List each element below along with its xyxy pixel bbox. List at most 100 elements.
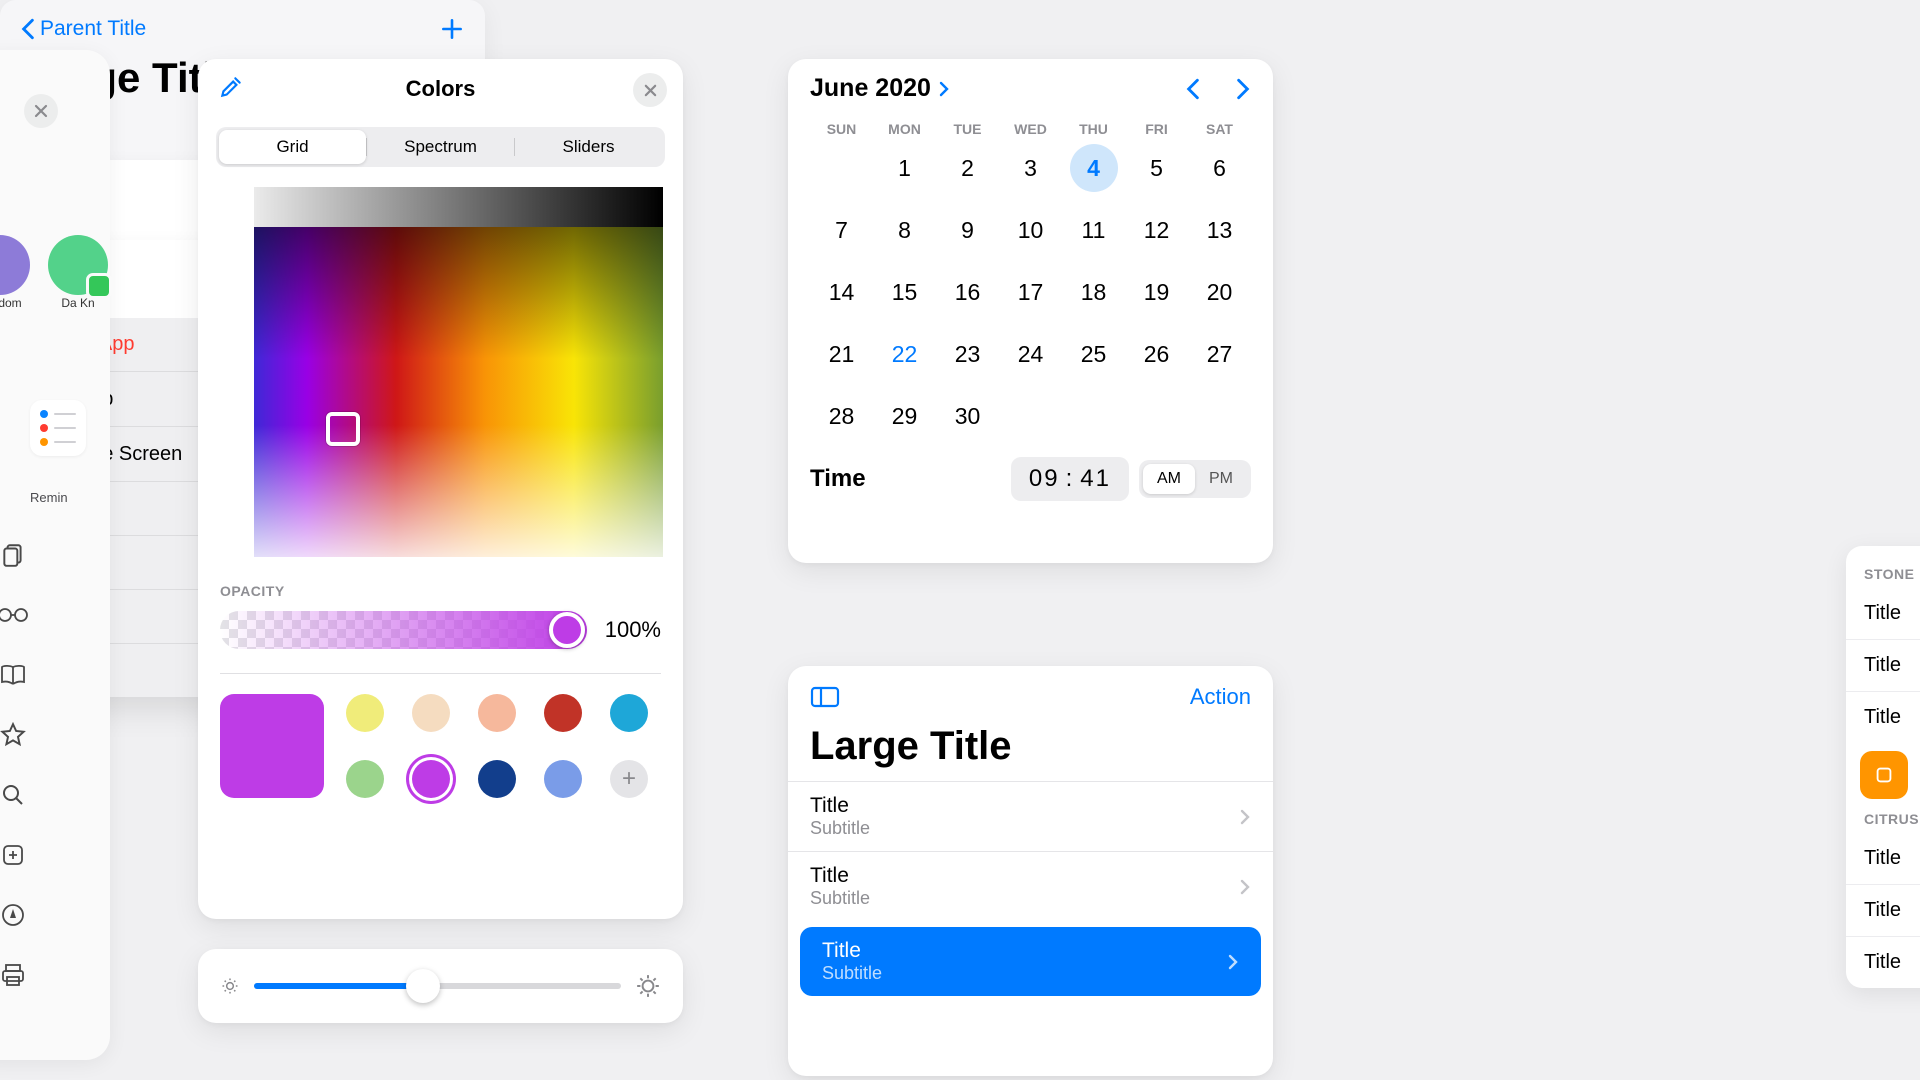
color-swatch[interactable]	[346, 694, 384, 732]
add-swatch-button[interactable]: +	[610, 760, 648, 798]
list-item[interactable]: Title	[1846, 936, 1920, 988]
prev-month-icon[interactable]	[1185, 77, 1201, 101]
color-cursor[interactable]	[326, 412, 360, 446]
calendar-day[interactable]: 24	[999, 323, 1062, 385]
color-swatch[interactable]	[412, 760, 450, 798]
color-swatch[interactable]	[412, 694, 450, 732]
time-field[interactable]: 09:41	[1011, 457, 1129, 501]
pm-option[interactable]: PM	[1195, 464, 1247, 494]
list-row[interactable]: TitleSubtitle	[788, 851, 1273, 921]
contact-avatar[interactable]: Da Kn	[48, 235, 108, 310]
eyedropper-icon[interactable]	[218, 74, 244, 100]
calendar-day[interactable]: 14	[810, 261, 873, 323]
calendar-day[interactable]: 17	[999, 261, 1062, 323]
calendar-day[interactable]: 10	[999, 199, 1062, 261]
color-swatch[interactable]	[346, 760, 384, 798]
opacity-thumb[interactable]	[549, 612, 585, 648]
list-item[interactable]: Title	[1846, 833, 1920, 884]
calendar-day[interactable]: 2	[936, 137, 999, 199]
day-of-week: MON	[873, 121, 936, 137]
list-item[interactable]: Title	[1846, 884, 1920, 936]
month-label: June 2020	[810, 74, 931, 103]
calendar-day[interactable]: 19	[1125, 261, 1188, 323]
brightness-low-icon	[220, 976, 240, 996]
brightness-thumb[interactable]	[406, 969, 440, 1003]
color-swatch[interactable]	[544, 760, 582, 798]
calendar-day[interactable]: 22	[873, 323, 936, 385]
brightness-slider-panel	[198, 949, 683, 1023]
calendar-day[interactable]: 15	[873, 261, 936, 323]
list-item[interactable]: Title	[1846, 691, 1920, 743]
section-header: CITRUS	[1846, 805, 1920, 833]
day-of-week: SUN	[810, 121, 873, 137]
marker-icon[interactable]	[0, 900, 28, 930]
brightness-slider[interactable]	[254, 983, 621, 989]
calendar-day[interactable]: 4	[1062, 137, 1125, 199]
brightness-high-icon	[635, 973, 661, 999]
search-icon[interactable]	[0, 780, 28, 810]
calendar-day[interactable]: 28	[810, 385, 873, 447]
reminders-app-icon[interactable]	[30, 400, 86, 456]
calendar-day[interactable]: 23	[936, 323, 999, 385]
sidebar-toggle-icon[interactable]	[810, 685, 840, 709]
calendar-day[interactable]: 13	[1188, 199, 1251, 261]
calendar-day[interactable]: 3	[999, 137, 1062, 199]
day-of-week: THU	[1062, 121, 1125, 137]
selected-pill-icon[interactable]	[1860, 751, 1908, 799]
opacity-slider[interactable]	[220, 611, 587, 649]
next-month-icon[interactable]	[1235, 77, 1251, 101]
calendar-day[interactable]: 5	[1125, 137, 1188, 199]
contact-avatar[interactable]: am dom	[0, 235, 30, 310]
glasses-icon[interactable]	[0, 600, 28, 630]
book-icon[interactable]	[0, 660, 28, 690]
print-icon[interactable]	[0, 960, 28, 990]
calendar-day[interactable]: 30	[936, 385, 999, 447]
calendar-day[interactable]: 26	[1125, 323, 1188, 385]
tab-sliders[interactable]: Sliders	[515, 130, 662, 164]
list-item[interactable]: Title	[1846, 639, 1920, 691]
calendar-day[interactable]: 16	[936, 261, 999, 323]
color-grid[interactable]	[218, 187, 663, 557]
docs-icon[interactable]	[0, 540, 28, 570]
selected-color-swatch	[220, 694, 324, 798]
large-title-list-panel: Action Large Title TitleSubtitleTitleSub…	[788, 666, 1273, 1076]
calendar-day[interactable]: 29	[873, 385, 936, 447]
calendar-day[interactable]: 8	[873, 199, 936, 261]
back-button[interactable]: Parent Title	[20, 17, 146, 41]
close-button[interactable]	[24, 94, 58, 128]
calendar-day[interactable]: 7	[810, 199, 873, 261]
calendar-day[interactable]: 1	[873, 137, 936, 199]
calendar-day[interactable]: 18	[1062, 261, 1125, 323]
calendar-day[interactable]: 12	[1125, 199, 1188, 261]
list-row[interactable]: TitleSubtitle	[788, 781, 1273, 851]
tab-grid[interactable]: Grid	[219, 130, 366, 164]
color-mode-segmented[interactable]: Grid Spectrum Sliders	[216, 127, 665, 167]
list-item[interactable]: Title	[1846, 588, 1920, 639]
list-row[interactable]: TitleSubtitle	[800, 927, 1261, 996]
calendar-day[interactable]: 20	[1188, 261, 1251, 323]
close-icon[interactable]	[633, 73, 667, 107]
calendar-day[interactable]: 25	[1062, 323, 1125, 385]
section-header: STONE	[1846, 560, 1920, 588]
calendar-day[interactable]: 27	[1188, 323, 1251, 385]
color-swatch[interactable]	[544, 694, 582, 732]
home-screen-peek: am dom Da Kn es Remin	[0, 50, 110, 1060]
add-square-icon[interactable]	[0, 840, 28, 870]
color-swatch[interactable]	[610, 694, 648, 732]
color-swatch[interactable]	[478, 694, 516, 732]
panel-title: Colors	[406, 76, 476, 102]
am-option[interactable]: AM	[1143, 464, 1195, 494]
month-chevron-icon[interactable]	[937, 80, 951, 98]
calendar-day[interactable]: 9	[936, 199, 999, 261]
ampm-segmented[interactable]: AM PM	[1139, 460, 1251, 498]
add-icon[interactable]	[439, 16, 465, 42]
calendar-day[interactable]: 11	[1062, 199, 1125, 261]
calendar-day[interactable]: 6	[1188, 137, 1251, 199]
color-swatch[interactable]	[478, 760, 516, 798]
calendar-day[interactable]: 21	[810, 323, 873, 385]
tab-spectrum[interactable]: Spectrum	[367, 130, 514, 164]
star-icon[interactable]	[0, 720, 28, 750]
action-button[interactable]: Action	[1190, 684, 1251, 710]
day-of-week: FRI	[1125, 121, 1188, 137]
time-label: Time	[810, 465, 866, 493]
